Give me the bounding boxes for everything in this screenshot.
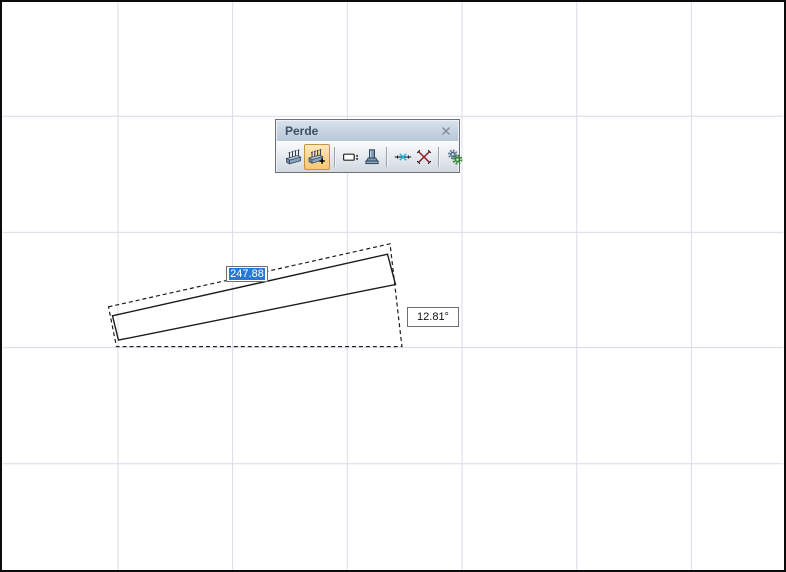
gears-icon xyxy=(447,149,462,165)
axis-delete-button[interactable] xyxy=(413,145,434,169)
perde-window-title: Perde xyxy=(285,124,319,138)
wall-add-icon xyxy=(308,148,325,164)
wall-dimension-button[interactable] xyxy=(340,145,361,169)
draw-wall-extended-button[interactable] xyxy=(304,143,330,170)
axis-cross-icon xyxy=(394,152,411,161)
wall-length-value: 247.88 xyxy=(229,268,265,280)
wall-preview-outline xyxy=(107,243,403,348)
rectangle-colon-icon xyxy=(342,153,358,161)
axis-node-button[interactable] xyxy=(392,145,413,169)
close-button[interactable] xyxy=(439,124,453,138)
settings-button[interactable] xyxy=(444,145,465,169)
draw-wall-button[interactable] xyxy=(283,145,304,169)
wall-length-input[interactable]: 247.88 xyxy=(226,266,268,282)
wall-angle-label: 12.81° xyxy=(407,307,459,327)
perde-toolbar xyxy=(277,141,462,172)
toolbar-separator xyxy=(334,146,336,167)
close-icon xyxy=(442,127,450,135)
cad-viewport[interactable]: 247.88 12.81° Perde xyxy=(0,0,786,572)
perde-window-titlebar[interactable]: Perde xyxy=(277,121,458,141)
toolbar-separator xyxy=(438,146,440,167)
perde-tool-window: Perde xyxy=(275,119,462,173)
wall-icon xyxy=(284,148,302,164)
wall-angle-value: 12.81° xyxy=(417,311,449,323)
polygon-wall-column-button[interactable] xyxy=(361,145,382,169)
red-cross-icon xyxy=(416,149,431,164)
toolbar-separator xyxy=(386,146,388,167)
column-icon xyxy=(364,148,379,164)
drawing-canvas[interactable] xyxy=(2,2,784,570)
grid-lines xyxy=(2,2,784,570)
